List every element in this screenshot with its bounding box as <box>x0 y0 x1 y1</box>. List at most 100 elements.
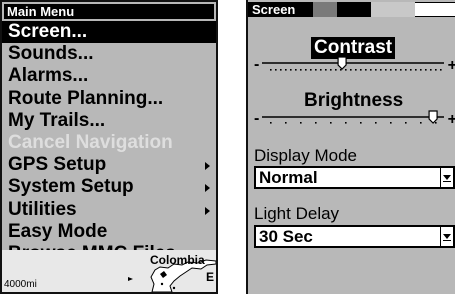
contrast-tick <box>275 69 277 71</box>
brightness-tick <box>270 122 272 124</box>
contrast-slider[interactable]: - + <box>248 52 455 76</box>
main-menu-panel: Main Menu Screen... Sounds... Alarms... … <box>0 0 218 294</box>
contrast-tick <box>375 69 377 71</box>
menu-item-route-planning[interactable]: Route Planning... <box>2 88 216 110</box>
menu-item-label: Sounds... <box>8 43 94 65</box>
contrast-tick <box>320 69 322 71</box>
map-scale-label: 4000mi <box>4 279 37 290</box>
display-mode-value: Normal <box>259 168 318 187</box>
menu-item-label: Route Planning... <box>8 87 164 109</box>
position-cursor-icon <box>128 277 133 281</box>
contrast-tick <box>370 69 372 71</box>
contrast-tick <box>425 69 427 71</box>
brightness-tick <box>390 122 392 124</box>
menu-item-label: Screen... <box>8 21 88 42</box>
header-segment <box>371 2 415 17</box>
contrast-tick <box>360 69 362 71</box>
contrast-tick <box>420 69 422 71</box>
dropdown-arrow-icon[interactable] <box>440 168 453 187</box>
contrast-tick <box>395 69 397 71</box>
contrast-tick <box>315 69 317 71</box>
contrast-tick <box>300 69 302 71</box>
menu-item-sounds[interactable]: Sounds... <box>2 43 216 65</box>
menu-item-easy-mode[interactable]: Easy Mode <box>2 221 216 243</box>
contrast-tick <box>400 69 402 71</box>
header-segment <box>313 2 337 17</box>
contrast-tick <box>335 69 337 71</box>
brightness-tick <box>285 122 287 124</box>
light-delay-select[interactable]: 30 Sec <box>254 225 455 248</box>
menu-item-label: Utilities <box>8 198 77 220</box>
menu-item-my-trails[interactable]: My Trails... <box>2 110 216 132</box>
menu-item-utilities[interactable]: Utilities <box>2 199 216 221</box>
menu-item-screen[interactable]: Screen... <box>2 21 216 44</box>
contrast-tick <box>340 69 342 71</box>
menu-item-label: System Setup <box>8 176 134 198</box>
brightness-tick <box>345 122 347 124</box>
contrast-tick <box>345 69 347 71</box>
map-edge-label: E <box>206 270 215 284</box>
submenu-arrow-icon <box>205 162 210 171</box>
submenu-arrow-icon <box>205 206 210 215</box>
menu-item-alarms[interactable]: Alarms... <box>2 65 216 87</box>
contrast-tick <box>405 69 407 71</box>
contrast-tick <box>365 69 367 71</box>
screen-settings-panel: Screen Contrast - + Brightness - + Displ… <box>246 0 455 294</box>
contrast-thumb[interactable] <box>337 56 347 70</box>
contrast-tick <box>350 69 352 71</box>
contrast-tick <box>285 69 287 71</box>
brightness-tick <box>420 122 422 124</box>
contrast-track[interactable] <box>248 52 455 76</box>
contrast-tick <box>380 69 382 71</box>
contrast-plus[interactable]: + <box>448 57 455 75</box>
main-menu-list: Screen... Sounds... Alarms... Route Plan… <box>2 21 216 265</box>
contrast-tick <box>270 69 272 71</box>
brightness-plus[interactable]: + <box>448 111 455 129</box>
contrast-tick <box>355 69 357 71</box>
display-mode-label: Display Mode <box>254 146 357 165</box>
brightness-tick <box>330 122 332 124</box>
menu-item-label: Cancel Navigation <box>8 131 173 153</box>
submenu-arrow-icon <box>205 184 210 193</box>
menu-item-system-setup[interactable]: System Setup <box>2 176 216 198</box>
header-segment <box>415 2 455 17</box>
header-segment <box>337 2 371 17</box>
contrast-tick <box>410 69 412 71</box>
menu-item-cancel-navigation[interactable]: Cancel Navigation <box>2 132 216 154</box>
brightness-tick <box>300 122 302 124</box>
contrast-tick <box>295 69 297 71</box>
contrast-tick <box>435 69 437 71</box>
map-city-label: Colombia <box>150 253 205 267</box>
screen-header: Screen <box>248 2 455 17</box>
contrast-tick <box>440 69 442 71</box>
brightness-slider[interactable]: - + <box>248 106 455 130</box>
menu-item-label: My Trails... <box>8 109 106 131</box>
contrast-tick <box>290 69 292 71</box>
display-mode-select[interactable]: Normal <box>254 166 455 189</box>
contrast-tick <box>415 69 417 71</box>
contrast-tick <box>430 69 432 71</box>
menu-item-gps-setup[interactable]: GPS Setup <box>2 154 216 176</box>
brightness-tick <box>405 122 407 124</box>
brightness-thumb[interactable] <box>428 110 438 124</box>
brightness-tick <box>435 122 437 124</box>
menu-item-label: GPS Setup <box>8 154 107 176</box>
contrast-tick <box>330 69 332 71</box>
map-preview: Colombia E 4000mi <box>2 250 216 292</box>
screen-title: Screen <box>248 2 313 17</box>
brightness-tick <box>360 122 362 124</box>
brightness-tick <box>315 122 317 124</box>
contrast-tick <box>385 69 387 71</box>
contrast-tick <box>280 69 282 71</box>
light-delay-label: Light Delay <box>254 204 340 223</box>
contrast-tick <box>325 69 327 71</box>
contrast-tick <box>305 69 307 71</box>
menu-item-label: Easy Mode <box>8 220 108 242</box>
dropdown-arrow-icon[interactable] <box>440 227 453 246</box>
contrast-tick <box>390 69 392 71</box>
main-menu-title: Main Menu <box>4 4 214 19</box>
contrast-tick <box>310 69 312 71</box>
brightness-tick <box>375 122 377 124</box>
brightness-track[interactable] <box>248 106 455 130</box>
menu-item-label: Alarms... <box>8 65 89 87</box>
